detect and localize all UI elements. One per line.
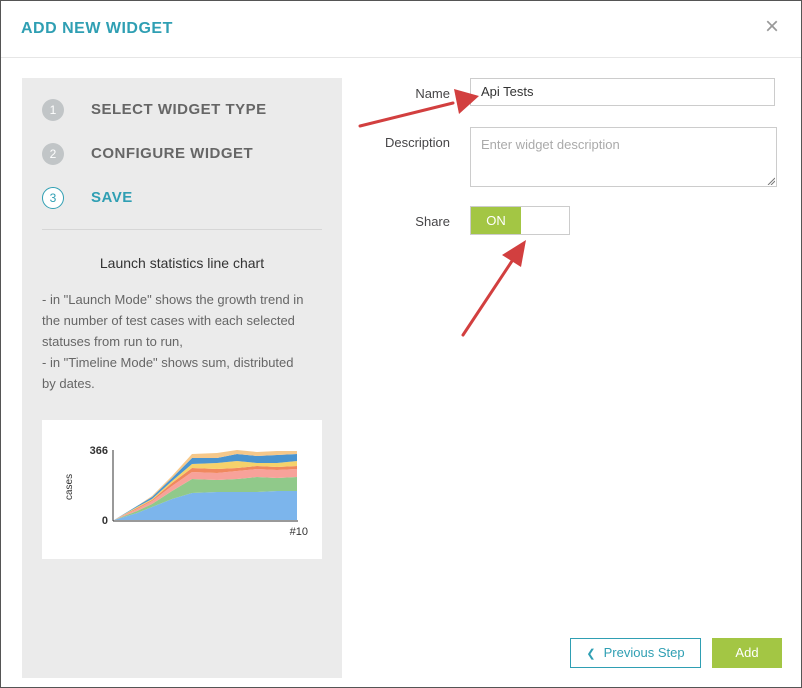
name-label: Name: [415, 86, 450, 101]
sidebar-divider: [42, 229, 322, 230]
step-number: 1: [42, 99, 64, 121]
description-label: Description: [384, 135, 450, 150]
preview-chart: 366 0 cases #10: [64, 445, 308, 538]
dialog-header: ADD NEW WIDGET ×: [1, 1, 801, 58]
previous-step-label: Previous Step: [603, 645, 685, 660]
description-line: - in "Launch Mode" shows the growth tren…: [42, 292, 304, 307]
close-icon[interactable]: ×: [765, 15, 779, 39]
y-axis-label: cases: [64, 474, 75, 500]
share-toggle-on: ON: [471, 207, 521, 234]
step-label: CONFIGURE WIDGET: [91, 145, 254, 162]
description-placeholder: Enter widget description: [481, 137, 620, 152]
step-number: 3: [42, 187, 64, 209]
description-line: by dates.: [42, 376, 95, 391]
arrow-to-share-toggle: [461, 240, 526, 337]
widget-type-description: - in "Launch Mode" shows the growth tren…: [42, 289, 327, 394]
step-label: SELECT WIDGET TYPE: [91, 101, 267, 118]
step-number: 2: [42, 143, 64, 165]
previous-step-button[interactable]: ❮ Previous Step: [570, 638, 701, 668]
y-min-tick: 0: [102, 515, 108, 527]
name-input[interactable]: Api Tests: [470, 78, 775, 106]
step-label: SAVE: [91, 189, 133, 206]
description-line: statuses from run to run,: [42, 334, 183, 349]
wizard-sidebar: 1 SELECT WIDGET TYPE 2 CONFIGURE WIDGET …: [22, 78, 342, 678]
widget-type-title: Launch statistics line chart: [99, 255, 265, 271]
description-line: the number of test cases with each selec…: [42, 313, 295, 328]
add-button[interactable]: Add: [712, 638, 782, 668]
dialog-title: ADD NEW WIDGET: [21, 20, 173, 37]
description-textarea[interactable]: Enter widget description: [470, 127, 777, 187]
x-tick-label: #10: [290, 526, 308, 538]
y-max-tick: 366: [90, 445, 108, 457]
add-widget-dialog: ADD NEW WIDGET × 1 SELECT WIDGET TYPE 2 …: [0, 0, 802, 688]
resize-handle-icon[interactable]: [767, 177, 775, 185]
description-line: - in "Timeline Mode" shows sum, distribu…: [42, 355, 294, 370]
chevron-left-icon: ❮: [586, 648, 596, 660]
share-toggle[interactable]: ON: [470, 206, 570, 235]
widget-preview-image: 366 0 cases #10: [42, 420, 322, 559]
share-label: Share: [415, 214, 450, 229]
